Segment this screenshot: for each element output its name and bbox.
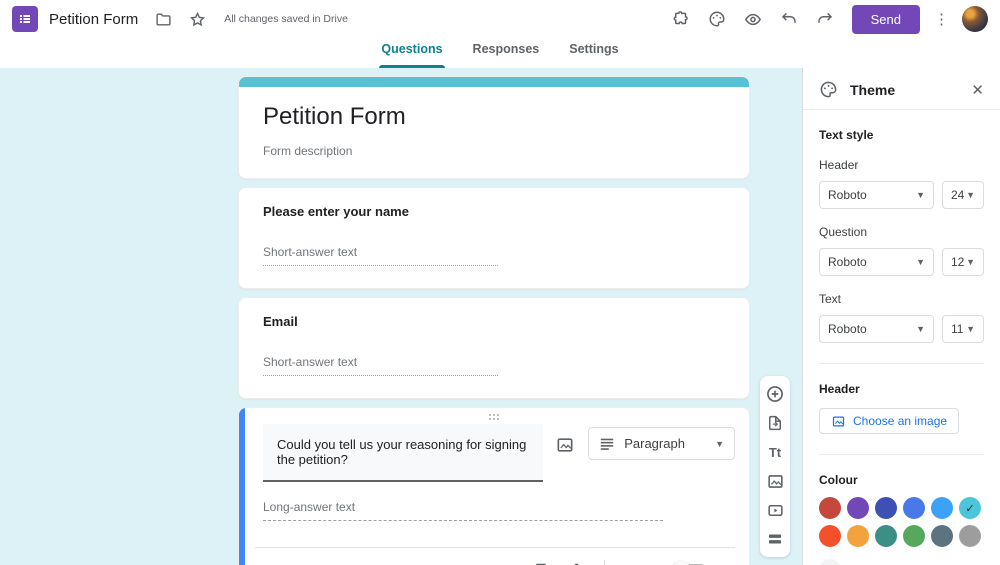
account-avatar[interactable] [962, 6, 988, 32]
colour-section-label: Colour [819, 473, 858, 487]
move-to-folder-icon[interactable] [154, 10, 172, 28]
swatch-3e50b4[interactable] [875, 497, 897, 519]
form-description[interactable]: Form description [263, 144, 725, 158]
swatch-4cc4d9[interactable]: ✓ [959, 497, 981, 519]
add-section-icon[interactable] [765, 529, 785, 549]
redo-icon[interactable] [816, 10, 834, 28]
form-column: Petition Form Form description Please en… [238, 76, 750, 565]
import-questions-icon[interactable] [765, 413, 785, 433]
swatch-9d9d9d[interactable] [959, 525, 981, 547]
chevron-down-icon: ▼ [966, 324, 975, 334]
save-status: All changes saved in Drive [224, 13, 348, 25]
question-card-name[interactable]: Please enter your name Short-answer text [238, 187, 750, 289]
send-button[interactable]: Send [851, 4, 920, 34]
chevron-down-icon: ▼ [966, 190, 975, 200]
short-answer-placeholder: Short-answer text [263, 355, 498, 376]
panel-divider [819, 363, 984, 364]
choose-image-button[interactable]: Choose an image [819, 408, 960, 434]
header-font-label: Header [819, 158, 859, 172]
question-card-email[interactable]: Email Short-answer text [238, 297, 750, 399]
question-text-input[interactable]: Could you tell us your reasoning for sig… [263, 424, 543, 482]
more-options-kebab-icon[interactable]: ⋮ [934, 10, 949, 28]
swatch-5c7482[interactable] [931, 525, 953, 547]
add-title-text-icon[interactable]: Tt [765, 442, 785, 462]
question-font-select[interactable]: Roboto ▼ [819, 248, 934, 276]
undo-icon[interactable] [780, 10, 798, 28]
short-answer-placeholder: Short-answer text [263, 245, 498, 266]
swatch-4779e8[interactable] [903, 497, 925, 519]
chevron-down-icon: ▼ [916, 257, 925, 267]
question-type-value: Paragraph [624, 436, 685, 451]
footer-divider [604, 559, 606, 565]
add-video-icon[interactable] [765, 500, 785, 520]
question-title[interactable]: Please enter your name [263, 204, 725, 219]
question-type-select[interactable]: Paragraph ▼ [588, 427, 735, 460]
swatch-c5483d[interactable] [819, 497, 841, 519]
header-size-select[interactable]: 24 ▼ [942, 181, 984, 209]
document-title[interactable]: Petition Form [49, 11, 138, 28]
swatch-f2a33b[interactable] [847, 525, 869, 547]
swatch-3da2f7[interactable] [931, 497, 953, 519]
add-image-icon[interactable] [765, 471, 785, 491]
swatch-7248b9[interactable] [847, 497, 869, 519]
header-font-select[interactable]: Roboto ▼ [819, 181, 934, 209]
customize-theme-palette-icon[interactable] [708, 10, 726, 28]
question-size-select[interactable]: 12 ▼ [942, 248, 984, 276]
colour-swatches: ✓ [819, 497, 987, 547]
chevron-down-icon: ▼ [916, 324, 925, 334]
panel-divider [803, 109, 1000, 110]
main-content: Petition Form Form description Please en… [0, 68, 1000, 565]
question-card-active[interactable]: Could you tell us your reasoning for sig… [238, 407, 750, 565]
star-icon[interactable] [188, 10, 206, 28]
header-image-section-label: Header [819, 382, 860, 396]
swatch-3d8e84[interactable] [875, 525, 897, 547]
add-image-to-question-icon[interactable] [549, 428, 583, 462]
panel-divider [819, 454, 984, 455]
duplicate-icon[interactable] [533, 561, 553, 565]
theme-panel: Theme ✕ Text style Header Roboto ▼ 24 ▼ … [802, 68, 1000, 565]
tab-responses[interactable]: Responses [471, 38, 542, 68]
chevron-down-icon: ▼ [916, 190, 925, 200]
drag-handle[interactable] [489, 414, 499, 420]
add-ons-puzzle-icon[interactable] [672, 10, 690, 28]
close-icon[interactable]: ✕ [971, 81, 984, 99]
tab-bar: Questions Responses Settings [0, 38, 1000, 68]
form-header-card[interactable]: Petition Form Form description [238, 76, 750, 179]
text-style-section-label: Text style [819, 128, 874, 142]
add-custom-colour-button[interactable]: + [819, 559, 841, 565]
form-title[interactable]: Petition Form [263, 103, 725, 131]
theme-panel-title: Theme [850, 81, 896, 98]
theme-accent-band [239, 77, 749, 87]
paragraph-icon [600, 438, 614, 450]
top-bar: Petition Form All changes saved in Drive… [0, 0, 1000, 38]
text-size-select[interactable]: 11 ▼ [942, 315, 984, 343]
floating-add-toolbar: Tt [760, 376, 790, 557]
chevron-down-icon: ▼ [715, 438, 724, 449]
swatch-f4502c[interactable] [819, 525, 841, 547]
question-title[interactable]: Email [263, 314, 725, 329]
forms-logo-icon[interactable] [12, 6, 38, 32]
text-font-select[interactable]: Roboto ▼ [819, 315, 934, 343]
text-font-label: Text [819, 292, 842, 306]
chevron-down-icon: ▼ [966, 257, 975, 267]
preview-eye-icon[interactable] [744, 10, 762, 28]
tab-questions[interactable]: Questions [379, 38, 445, 68]
add-question-icon[interactable] [765, 384, 785, 404]
question-footer: Required ⋮ [255, 547, 735, 565]
long-answer-placeholder: Long-answer text [263, 500, 663, 521]
image-icon [832, 416, 845, 426]
delete-trash-icon[interactable] [567, 561, 587, 565]
palette-icon [819, 80, 838, 99]
question-font-label: Question [819, 225, 868, 239]
swatch-56a85c[interactable] [903, 525, 925, 547]
tab-settings[interactable]: Settings [567, 38, 620, 68]
